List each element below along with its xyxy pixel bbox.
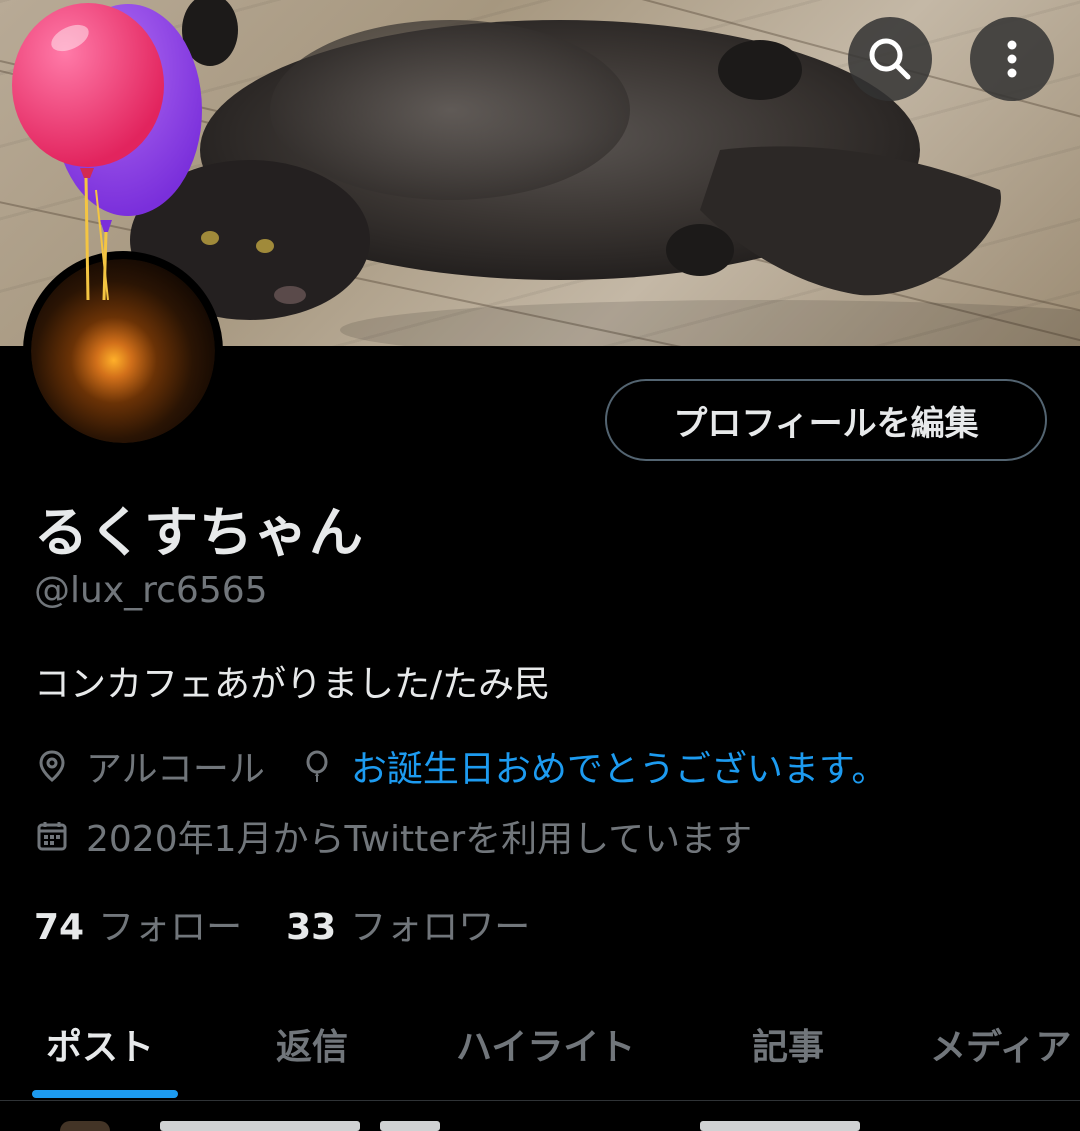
location-text: アルコール [86, 749, 265, 790]
post-avatar-edge [60, 1121, 110, 1131]
followers-link[interactable]: 33 フォロワー [286, 898, 530, 950]
tab-replies[interactable]: 返信 [276, 1018, 348, 1070]
more-options-button[interactable] [970, 17, 1054, 101]
tab-articles[interactable]: 記事 [752, 1018, 824, 1070]
edit-profile-button[interactable]: プロフィールを編集 [605, 379, 1047, 461]
post-author-edge [160, 1121, 360, 1131]
tab-highlights[interactable]: ハイライト [456, 1018, 635, 1070]
post-text-edge [700, 1121, 860, 1131]
profile-meta-row: アルコール お誕生日おめでとうございます。 [34, 740, 921, 792]
search-button[interactable] [848, 17, 932, 101]
edit-profile-label: プロフィールを編集 [673, 403, 979, 444]
profile-bio: コンカフェあがりました/たみ民 [34, 664, 551, 705]
display-name: るくすちゃん [34, 501, 364, 564]
more-vertical-icon [1007, 40, 1017, 78]
joined-row: 2020年1月からTwitterを利用しています [34, 810, 786, 862]
followers-count: 33 [286, 907, 337, 948]
birthday-balloon-icon [12, 3, 202, 300]
birthday-link[interactable]: お誕生日おめでとうございます。 [351, 740, 887, 792]
post-meta-edge [380, 1121, 440, 1131]
user-handle: @lux_rc6565 [34, 570, 268, 611]
follow-counts: 74 フォロー 33 フォロワー [34, 898, 574, 950]
following-label: フォロー [98, 907, 243, 948]
joined-date-text: 2020年1月からTwitterを利用しています [86, 819, 753, 860]
tab-media[interactable]: メディア [930, 1018, 1071, 1070]
balloon-icon [299, 748, 335, 784]
profile-tabs: ポスト 返信 ハイライト 記事 メディア [0, 1000, 1080, 1100]
tab-posts[interactable]: ポスト [46, 1018, 154, 1070]
active-tab-indicator [32, 1090, 178, 1098]
following-count: 74 [34, 907, 85, 948]
location-pin-icon [34, 748, 70, 784]
search-icon [869, 38, 911, 80]
following-link[interactable]: 74 フォロー [34, 898, 242, 950]
calendar-icon [34, 818, 70, 854]
followers-label: フォロワー [350, 907, 531, 948]
first-post-preview[interactable] [0, 1101, 1080, 1131]
